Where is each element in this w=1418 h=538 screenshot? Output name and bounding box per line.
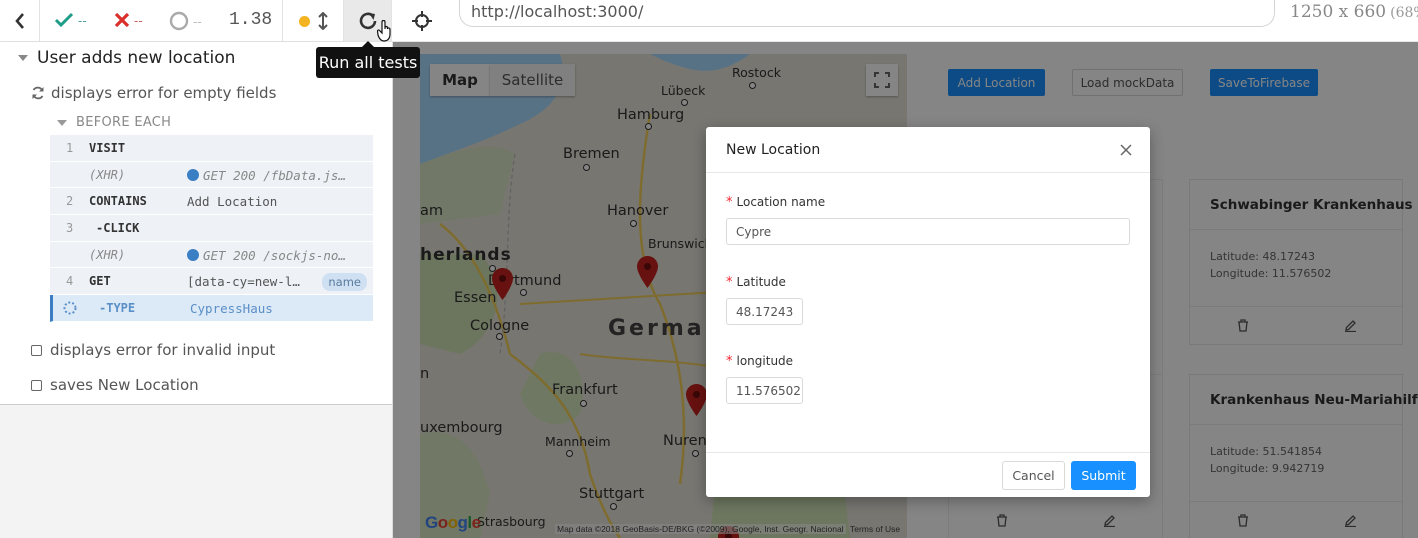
command-row[interactable]: (XHR) GET 200 /fbData.js… — [50, 161, 373, 189]
check-icon — [54, 12, 74, 28]
modal-header-divider — [706, 172, 1150, 173]
xhr-text: GET 200 /sockjs-no… — [203, 247, 346, 263]
command-log: 1 VISIT (XHR) GET 200 /fbData.js… 2 CONT… — [50, 135, 373, 322]
command-number: 3 — [66, 221, 74, 236]
alias-badge: name — [322, 273, 367, 292]
test-stats: -- -- -- 1.38 — [40, 0, 283, 42]
command-row[interactable]: 1 VISIT — [50, 135, 373, 162]
x-icon — [114, 12, 130, 28]
suite-title-text: User adds new location — [37, 48, 236, 68]
command-number: 1 — [66, 141, 74, 155]
chevron-left-icon — [14, 12, 26, 30]
test-title-text: saves New Location — [50, 376, 199, 394]
command-number: 2 — [66, 194, 74, 209]
crosshair-icon — [412, 11, 432, 31]
xhr-text: GET 200 /fbData.js… — [203, 167, 346, 183]
arrows-vertical-icon — [317, 12, 328, 30]
test-reporter: User adds new location displays error fo… — [0, 42, 393, 405]
label-text: Location name — [736, 195, 826, 209]
command-message: Add Location — [187, 194, 278, 210]
required-asterisk: * — [726, 275, 733, 290]
sync-icon — [31, 86, 45, 100]
command-message: GET 200 /sockjs-no… — [187, 248, 367, 263]
required-asterisk: * — [726, 354, 733, 369]
command-row[interactable]: 4 GET [data-cy=new-l… name — [50, 268, 373, 296]
spinner-icon — [63, 301, 77, 315]
url-text: http://localhost:3000/ — [471, 2, 644, 21]
refresh-icon — [357, 10, 379, 32]
longitude-label: * longitude — [726, 354, 793, 369]
modal-footer-divider — [706, 452, 1150, 453]
command-name: -CLICK — [96, 221, 140, 236]
latitude-label: * Latitude — [726, 275, 786, 290]
new-location-modal: New Location * Location name Cypre * Latit… — [706, 127, 1150, 497]
command-row[interactable]: 2 CONTAINS Add Location — [50, 188, 373, 216]
hook-title-text: BEFORE EACH — [76, 115, 172, 130]
submit-button[interactable]: Submit — [1071, 461, 1136, 490]
close-icon[interactable] — [1119, 143, 1133, 157]
passed-stat: -- — [54, 12, 87, 28]
back-button[interactable] — [0, 0, 40, 42]
run-duration: 1.38 — [229, 10, 273, 30]
test-title-text: displays error for invalid input — [50, 341, 276, 359]
pending-count: -- — [193, 13, 202, 29]
label-text: longitude — [736, 354, 794, 368]
url-bar[interactable]: http://localhost:3000/ — [459, 0, 1275, 27]
test-item-running[interactable]: displays error for empty fields — [31, 84, 276, 102]
failed-count: -- — [134, 12, 143, 28]
failed-stat: -- — [114, 12, 143, 28]
xhr-dot-icon — [187, 249, 199, 262]
running-indicator-icon — [298, 15, 310, 27]
location-name-label: * Location name — [726, 195, 825, 210]
auto-scroll-toggle[interactable] — [283, 0, 344, 42]
selector-playground-button[interactable] — [392, 0, 452, 42]
modal-title: New Location — [726, 142, 821, 158]
caret-down-icon — [18, 55, 28, 61]
viewport-info[interactable]: 1250 x 660(68% — [1290, 2, 1418, 22]
pending-circle-icon — [169, 11, 189, 31]
checkbox-icon — [31, 379, 42, 391]
viewport-size: 1250 x 660 — [1290, 2, 1387, 22]
command-name: (XHR) — [89, 167, 126, 182]
test-title-text: displays error for empty fields — [51, 84, 277, 102]
pending-stat: -- — [169, 11, 202, 31]
reporter-empty-area — [0, 405, 393, 538]
passed-count: -- — [78, 12, 87, 28]
test-item[interactable]: saves New Location — [31, 376, 199, 394]
suite-title[interactable]: User adds new location — [18, 48, 235, 68]
hook-before-each[interactable]: BEFORE EACH — [57, 115, 171, 130]
command-message: [data-cy=new-l… — [187, 274, 300, 290]
command-name: -TYPE — [99, 301, 136, 316]
command-row[interactable]: (XHR) GET 200 /sockjs-no… — [50, 241, 373, 269]
test-item[interactable]: displays error for invalid input — [31, 341, 275, 359]
command-name: GET — [89, 274, 111, 289]
caret-down-icon — [57, 119, 67, 126]
location-name-input[interactable]: Cypre — [726, 218, 1130, 245]
cancel-button[interactable]: Cancel — [1002, 461, 1065, 490]
run-all-tests-button[interactable] — [344, 0, 392, 42]
command-message: CypressHaus — [190, 301, 273, 317]
viewport-scale: (68% — [1390, 5, 1418, 21]
cypress-toolbar: -- -- -- 1.38 http://localhost:3000/ 125… — [0, 0, 1418, 42]
command-row[interactable]: 3 -CLICK — [50, 215, 373, 242]
checkbox-icon — [31, 344, 42, 356]
command-row-active[interactable]: -TYPE CypressHaus — [50, 295, 373, 322]
latitude-input[interactable]: 48.17243 — [726, 298, 803, 325]
command-name: VISIT — [89, 141, 126, 155]
longitude-input[interactable]: 11.576502 — [726, 377, 803, 404]
command-number: 4 — [66, 274, 74, 289]
xhr-dot-icon — [187, 169, 199, 182]
required-asterisk: * — [726, 195, 733, 210]
run-all-tests-tooltip: Run all tests — [316, 41, 420, 78]
command-name: (XHR) — [89, 247, 126, 262]
command-name: CONTAINS — [89, 194, 147, 209]
command-message: GET 200 /fbData.js… — [187, 168, 367, 183]
label-text: Latitude — [736, 275, 786, 289]
hand-cursor-icon — [377, 20, 393, 42]
